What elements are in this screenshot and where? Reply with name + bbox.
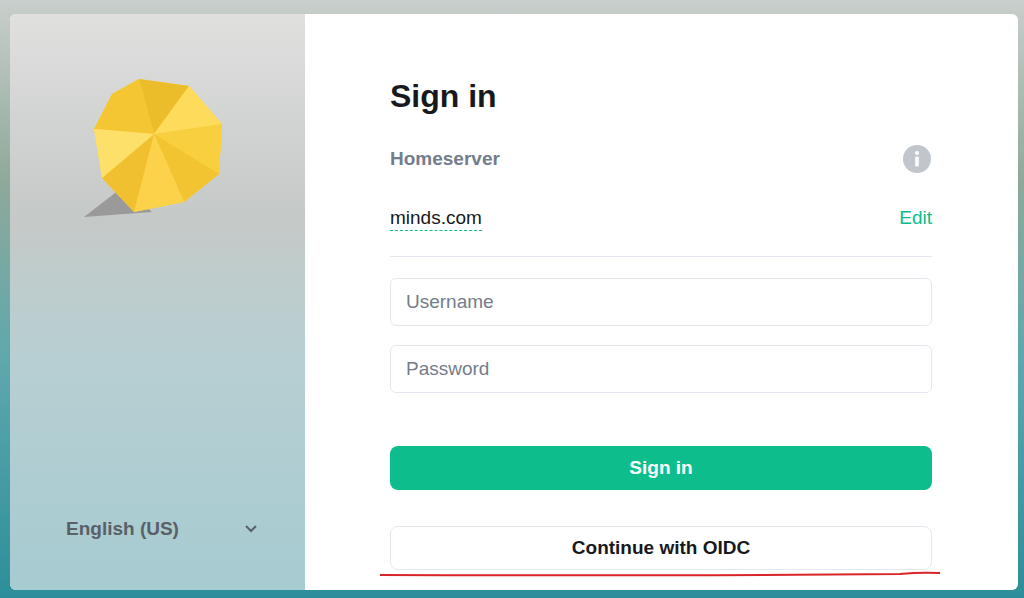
username-input[interactable] bbox=[390, 278, 932, 326]
logo bbox=[56, 74, 285, 223]
homeserver-row: minds.com Edit bbox=[390, 204, 932, 232]
page-title: Sign in bbox=[390, 77, 932, 115]
chevron-down-icon bbox=[244, 524, 258, 534]
homeserver-header: Homeserver bbox=[390, 144, 932, 174]
auth-card: English (US) Sign in Homeserver minds.com Ed… bbox=[10, 14, 1018, 590]
server-name: minds.com bbox=[390, 206, 482, 231]
red-underline-mark bbox=[380, 570, 942, 578]
oidc-button[interactable]: Continue with OIDC bbox=[390, 526, 932, 570]
edit-link[interactable]: Edit bbox=[899, 207, 932, 229]
language-select[interactable]: English (US) bbox=[56, 514, 268, 544]
brand-panel: English (US) bbox=[10, 14, 305, 590]
logo-icon bbox=[84, 74, 234, 219]
background-photo: English (US) Sign in Homeserver minds.com Ed… bbox=[0, 0, 1024, 598]
sign-in-form: Sign in Homeserver minds.com Edit Sign in Con… bbox=[390, 77, 932, 578]
homeserver-label: Homeserver bbox=[390, 148, 500, 170]
password-input[interactable] bbox=[390, 345, 932, 393]
sign-in-button[interactable]: Sign in bbox=[390, 446, 932, 490]
info-icon[interactable] bbox=[902, 144, 932, 174]
divider bbox=[390, 256, 932, 257]
form-panel: Sign in Homeserver minds.com Edit Sign in Con… bbox=[305, 14, 1018, 590]
